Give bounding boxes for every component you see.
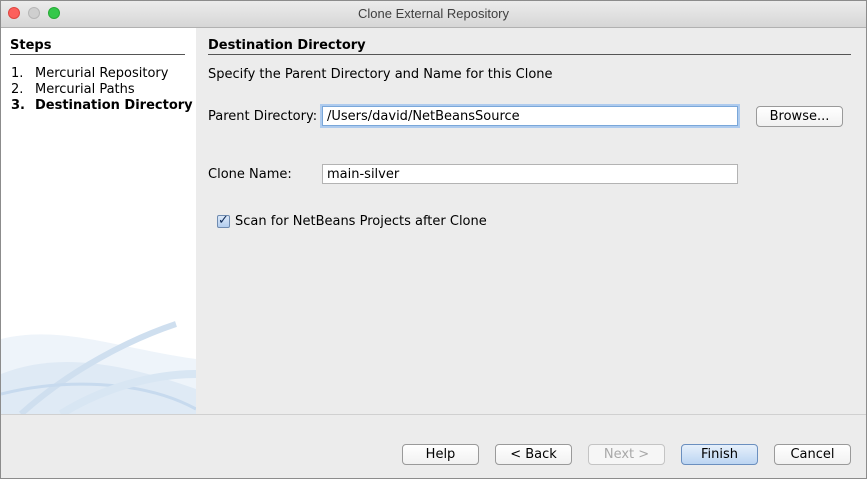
cancel-button[interactable]: Cancel <box>774 444 851 465</box>
checkmark-icon: ✓ <box>218 213 229 228</box>
browse-button[interactable]: Browse... <box>756 106 843 127</box>
steps-panel: Steps 1. Mercurial Repository 2. Mercurial… <box>1 28 196 414</box>
clone-name-input[interactable] <box>322 164 738 184</box>
steps-heading: Steps <box>10 38 185 55</box>
clone-name-label: Clone Name: <box>208 167 292 182</box>
step-item-mercurial-paths: 2. Mercurial Paths <box>11 82 135 97</box>
title-bar[interactable]: Clone External Repository <box>1 1 866 28</box>
help-button[interactable]: Help <box>402 444 479 465</box>
back-button[interactable]: < Back <box>495 444 572 465</box>
decorative-swoosh-graphic <box>1 321 196 414</box>
section-heading: Destination Directory <box>208 38 851 55</box>
section-description: Specify the Parent Directory and Name fo… <box>208 67 553 82</box>
destination-panel: Destination Directory Specify the Parent… <box>197 28 866 414</box>
footer-divider <box>1 414 866 415</box>
next-button[interactable]: Next > <box>588 444 665 465</box>
scan-projects-checkbox[interactable]: ✓ <box>217 213 230 228</box>
parent-directory-label: Parent Directory: <box>208 109 318 124</box>
step-item-destination-directory: 3. Destination Directory <box>11 98 193 113</box>
parent-directory-input[interactable] <box>322 106 738 126</box>
scan-projects-label[interactable]: Scan for NetBeans Projects after Clone <box>235 214 487 229</box>
finish-button[interactable]: Finish <box>681 444 758 465</box>
step-item-mercurial-repository: 1. Mercurial Repository <box>11 66 169 81</box>
clone-wizard-window: Clone External Repository Steps 1. Mercur… <box>0 0 867 479</box>
window-title: Clone External Repository <box>357 6 510 21</box>
